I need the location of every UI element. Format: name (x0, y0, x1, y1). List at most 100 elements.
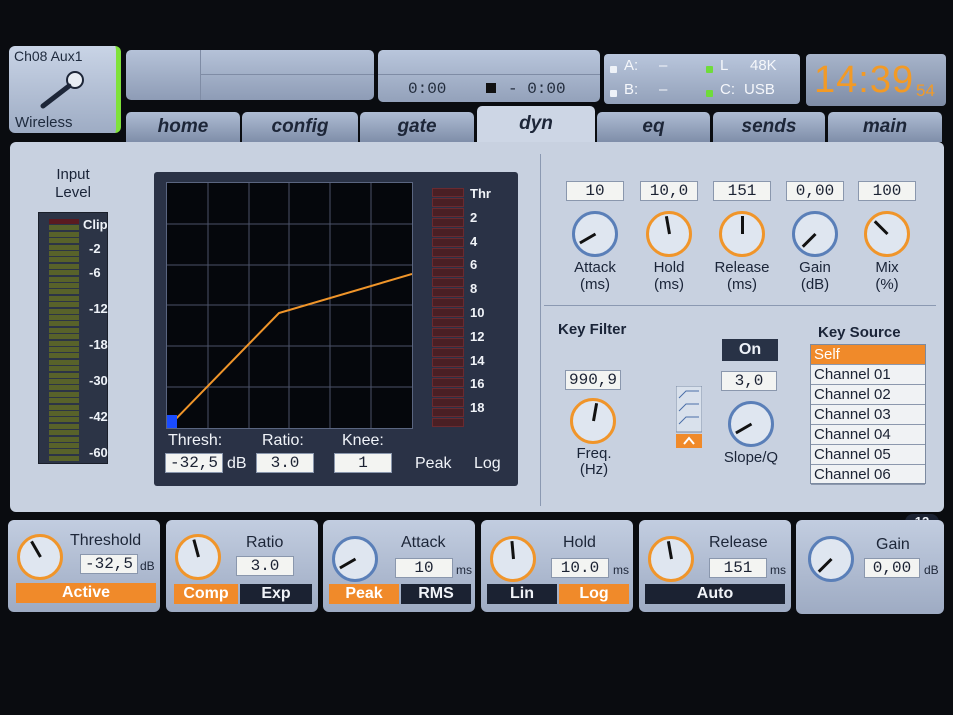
key-source-item[interactable]: Self (811, 345, 925, 365)
gain-param-value[interactable]: 0,00 (786, 181, 844, 201)
attack-param-value[interactable]: 10 (566, 181, 624, 201)
ratio-value[interactable]: 3.0 (236, 556, 294, 576)
peak-button[interactable]: Peak (329, 584, 399, 604)
attack-value[interactable]: 10 (395, 558, 453, 578)
channel-box[interactable]: Ch08 Aux1 Wireless (9, 46, 121, 133)
gr-segment (432, 388, 464, 397)
knee-value-field[interactable]: 1 (334, 453, 392, 473)
filter-type-selector[interactable] (676, 386, 702, 448)
tab-eq[interactable]: eq (597, 112, 710, 142)
attack-card[interactable]: Attack 10 ms Peak RMS (323, 520, 475, 612)
ratio-knob[interactable] (175, 534, 221, 580)
hold-value[interactable]: 10.0 (551, 558, 609, 578)
key-filter-on-button[interactable]: On (722, 339, 778, 361)
tab-sends[interactable]: sends (713, 112, 825, 142)
meter-segment (49, 391, 79, 397)
slope-value-field[interactable]: 3,0 (721, 371, 777, 391)
lin-button[interactable]: Lin (487, 584, 557, 604)
tab-gate[interactable]: gate (360, 112, 474, 142)
hold-knob[interactable] (490, 536, 536, 582)
freq-knob[interactable] (570, 398, 616, 444)
ratio-value-field[interactable]: 3.0 (256, 453, 314, 473)
slope-knob[interactable] (728, 401, 774, 447)
meter-segment (49, 347, 79, 352)
gain-card[interactable]: Gain 0,00 dB (796, 520, 944, 614)
gr-scale-label: 6 (470, 257, 478, 273)
freq-value-field[interactable]: 990,9 (565, 370, 621, 390)
threshold-value[interactable]: -32,5 (80, 554, 138, 574)
hold-param-knob[interactable] (646, 211, 692, 257)
peak-mode-label[interactable]: Peak (415, 455, 451, 473)
meter-segment (49, 404, 79, 410)
rms-button[interactable]: RMS (401, 584, 471, 604)
param-unit: (dB) (800, 276, 830, 293)
freq-caption: Freq. (Hz) (560, 446, 628, 478)
transport-display[interactable]: 0:00 - 0:00 (378, 50, 600, 102)
param-label: Attack (574, 259, 616, 276)
meter-segment (49, 379, 79, 384)
threshold-title: Threshold (70, 532, 142, 549)
key-source-item[interactable]: Channel 01 (811, 365, 925, 385)
gr-segment (432, 378, 464, 387)
gain-value[interactable]: 0,00 (864, 558, 920, 578)
gr-segment (432, 218, 464, 227)
card-type: USB (744, 81, 775, 98)
attack-knob[interactable] (332, 536, 378, 582)
key-source-item[interactable]: Channel 05 (811, 445, 925, 465)
tab-home[interactable]: home (126, 112, 240, 142)
attack-title: Attack (401, 534, 446, 551)
gain-param-knob[interactable] (792, 211, 838, 257)
gr-segment (432, 368, 464, 377)
comp-button[interactable]: Comp (174, 584, 238, 604)
tab-config[interactable]: config (242, 112, 358, 142)
meter-segment (49, 225, 79, 231)
gr-segment (432, 298, 464, 307)
mix-param-value[interactable]: 100 (858, 181, 916, 201)
gain-title: Gain (876, 536, 910, 553)
gr-segment (432, 288, 464, 297)
status-a-label: A: (624, 57, 639, 74)
stop-icon[interactable] (486, 83, 496, 93)
log-button[interactable]: Log (559, 584, 629, 604)
gain-unit: dB (924, 563, 939, 577)
ratio-card[interactable]: Ratio 3.0 Comp Exp (166, 520, 318, 612)
release-knob[interactable] (648, 536, 694, 582)
gain-knob[interactable] (808, 536, 854, 582)
log-mode-label[interactable]: Log (474, 455, 501, 473)
release-card[interactable]: Release 151 ms Auto (639, 520, 791, 612)
clock-display: 14:39 54 (806, 54, 946, 106)
threshold-active-button[interactable]: Active (16, 583, 156, 603)
transfer-curve-graph[interactable] (166, 182, 413, 429)
meter-scale-label: -18 (89, 337, 108, 352)
hold-card[interactable]: Hold 10.0 ms Lin Log (481, 520, 633, 612)
auto-button[interactable]: Auto (645, 584, 785, 604)
meter-segment (49, 443, 79, 448)
release-param-knob[interactable] (719, 211, 765, 257)
hold-param-value[interactable]: 10,0 (640, 181, 698, 201)
key-source-item[interactable]: Channel 04 (811, 425, 925, 445)
gr-segment (432, 278, 464, 287)
clock-seconds: 54 (916, 81, 935, 100)
thresh-value-field[interactable]: -32,5 (165, 453, 223, 473)
tab-dyn[interactable]: dyn (477, 106, 595, 144)
input-level-meter: Clip -2 -6 -12 -18 -30 -42 -60 (38, 212, 108, 464)
attack-param-knob[interactable] (572, 211, 618, 257)
release-value[interactable]: 151 (709, 558, 767, 578)
time-remaining: - 0:00 (508, 80, 566, 98)
meter-segment (49, 283, 79, 288)
meter-segment (49, 219, 79, 224)
mix-param-knob[interactable] (864, 211, 910, 257)
key-source-item[interactable]: Channel 02 (811, 385, 925, 405)
meter-segment (49, 251, 79, 256)
key-source-item[interactable]: Channel 06 (811, 465, 925, 485)
release-param-caption: Release (ms) (707, 259, 777, 293)
meter-scale-label: Clip (83, 217, 108, 232)
key-source-list[interactable]: Self Channel 01 Channel 02 Channel 03 Channe… (810, 344, 926, 485)
tab-main[interactable]: main (828, 112, 942, 142)
key-source-item[interactable]: Channel 03 (811, 405, 925, 425)
release-param-value[interactable]: 151 (713, 181, 771, 201)
exp-button[interactable]: Exp (240, 584, 312, 604)
threshold-card[interactable]: Threshold -32,5 dB Active (8, 520, 160, 612)
threshold-knob[interactable] (17, 534, 63, 580)
gr-segment (432, 418, 464, 427)
